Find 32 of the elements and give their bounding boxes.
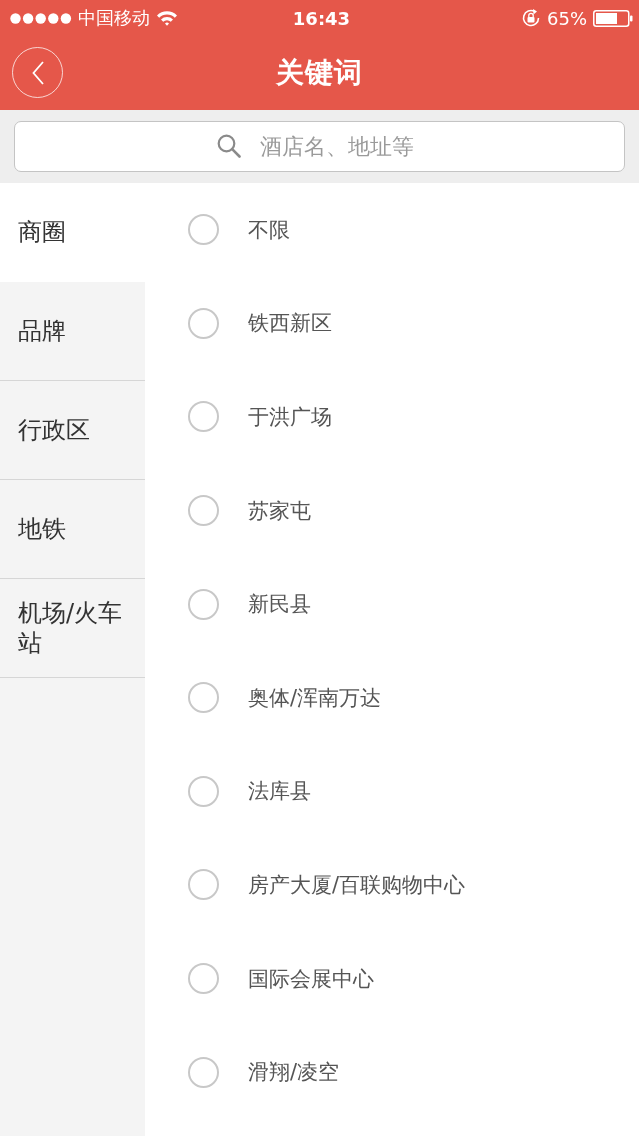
option-label[interactable]: 法库县 bbox=[248, 777, 311, 806]
chevron-left-icon bbox=[31, 60, 44, 85]
radio-button[interactable] bbox=[188, 495, 219, 527]
battery-percent: 65% bbox=[547, 7, 587, 29]
option-label[interactable]: 滑翔/凌空 bbox=[248, 1058, 340, 1087]
radio-button[interactable] bbox=[188, 1056, 219, 1088]
option-label[interactable]: 不限 bbox=[248, 215, 290, 244]
clock-time: 16:43 bbox=[292, 7, 351, 29]
option-label[interactable]: 国际会展中心 bbox=[248, 964, 374, 993]
radio-button[interactable] bbox=[188, 775, 219, 807]
signal-icon bbox=[10, 12, 72, 24]
search-icon bbox=[217, 134, 241, 158]
option-label[interactable]: 新民县 bbox=[248, 590, 311, 619]
search-field[interactable]: 酒店名、地址等 bbox=[14, 121, 625, 172]
radio-button[interactable] bbox=[188, 963, 219, 995]
option-label[interactable]: 铁西新区 bbox=[248, 309, 332, 338]
carrier-name: 中国移动 bbox=[78, 6, 150, 30]
option-label[interactable]: 房产大厦/百联购物中心 bbox=[248, 870, 466, 899]
radio-button[interactable] bbox=[188, 307, 219, 339]
radio-button[interactable] bbox=[188, 682, 219, 714]
radio-button[interactable] bbox=[188, 401, 219, 433]
radio-button[interactable] bbox=[188, 869, 219, 901]
page-title: 关键词 bbox=[276, 55, 363, 91]
battery-icon bbox=[593, 9, 633, 27]
option-label[interactable]: 奥体/浑南万达 bbox=[248, 683, 382, 712]
radio-button[interactable] bbox=[188, 214, 219, 246]
category-tab[interactable]: 商圈 bbox=[0, 183, 145, 282]
option-label[interactable]: 苏家屯 bbox=[248, 496, 311, 525]
radio-button[interactable] bbox=[188, 588, 219, 620]
wifi-icon bbox=[156, 10, 178, 26]
rotation-lock-icon bbox=[521, 8, 541, 28]
option-label[interactable]: 于洪广场 bbox=[248, 403, 332, 431]
